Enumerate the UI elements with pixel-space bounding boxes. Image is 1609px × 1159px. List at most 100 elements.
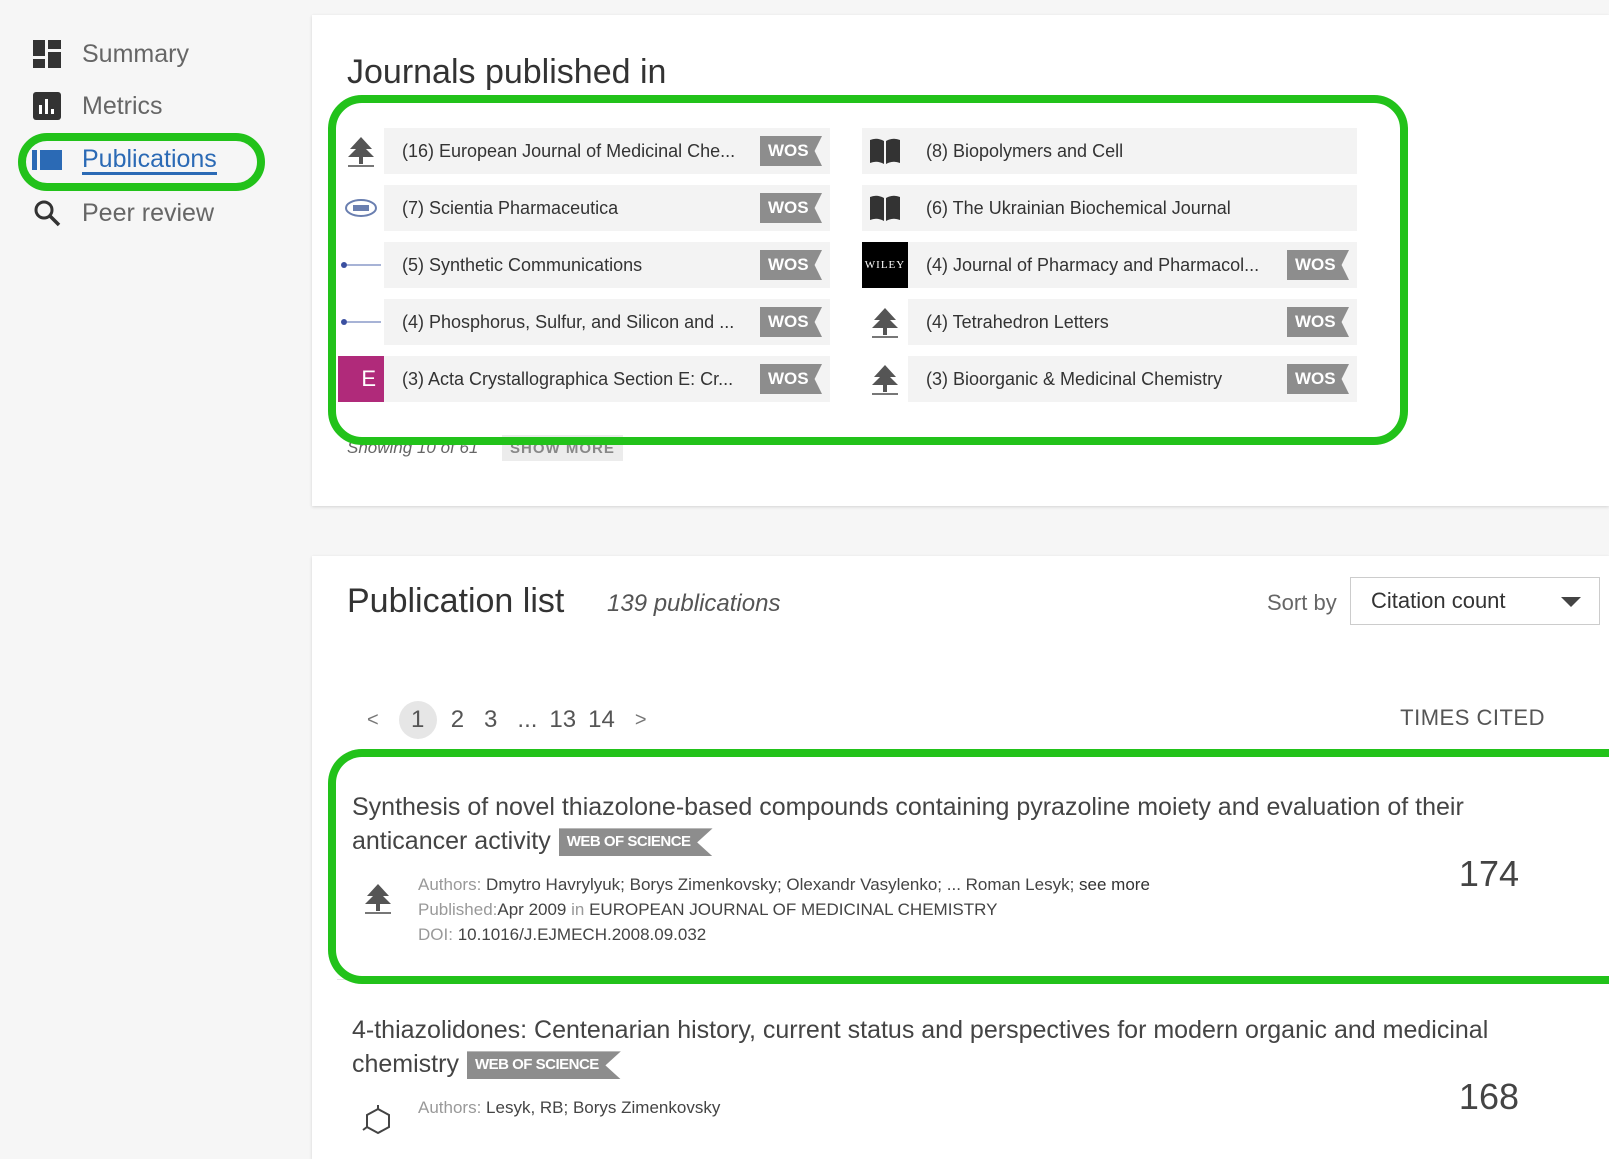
journal-name: (8) Biopolymers and Cell: [926, 140, 1124, 161]
sidebar-item-label: Summary: [82, 39, 189, 68]
publication-item: Synthesis of novel thiazolone-based comp…: [352, 790, 1552, 947]
page-ellipsis: ...: [517, 706, 538, 733]
divider: [337, 979, 1609, 980]
authors-line: Authors: Dmytro Havrylyuk; Borys Zimenko…: [418, 872, 1552, 897]
published-line: Published:Apr 2009 in EUROPEAN JOURNAL O…: [418, 897, 1552, 922]
journal-name: (6) The Ukrainian Biochemical Journal: [926, 197, 1231, 218]
journal-item[interactable]: (4) Tetrahedron Letters WOS: [862, 299, 1357, 345]
publication-count: 139 publications: [607, 590, 781, 617]
page-14-button[interactable]: 14: [588, 706, 615, 734]
journals-title: Journals published in: [347, 53, 667, 91]
library-icon: [32, 145, 62, 175]
page-3-button[interactable]: 3: [484, 706, 497, 734]
prev-page-button[interactable]: <: [367, 709, 379, 732]
sidebar-nav: Summary Metrics Publications Peer review: [0, 0, 300, 1159]
published-label: Published:: [418, 900, 498, 919]
page-1-button[interactable]: 1: [398, 701, 437, 739]
journals-card: Journals published in (16) European Jour…: [312, 15, 1609, 506]
sidebar-item-publications[interactable]: Publications: [32, 140, 217, 180]
journal-item[interactable]: (4) Phosphorus, Sulfur, and Silicon and …: [338, 299, 830, 345]
authors-label: Authors:: [418, 875, 482, 894]
publication-title-row[interactable]: Synthesis of novel thiazolone-based comp…: [352, 790, 1552, 858]
mdpi-logo: [338, 185, 384, 231]
sidebar-item-peer-review[interactable]: Peer review: [32, 193, 214, 233]
wos-badge: WOS: [1287, 307, 1349, 337]
pagination: < 1 2 3 ... 13 14 >: [367, 701, 667, 739]
page-2-button[interactable]: 2: [451, 706, 464, 734]
journal-name: (3) Bioorganic & Medicinal Chemistry: [926, 368, 1223, 389]
elsevier-tree-logo: [356, 876, 400, 920]
wos-badge: WOS: [760, 250, 822, 280]
taylor-francis-logo: [338, 242, 384, 288]
elsevier-tree-logo: [862, 356, 908, 402]
elsevier-tree-logo: [862, 299, 908, 345]
sidebar-item-label: Publications: [82, 144, 217, 175]
journal-item[interactable]: (3) Bioorganic & Medicinal Chemistry WOS: [862, 356, 1357, 402]
next-page-button[interactable]: >: [635, 709, 647, 732]
wos-badge: WOS: [1287, 250, 1349, 280]
open-book-icon: [862, 128, 908, 174]
doi-line: DOI: 10.1016/J.EJMECH.2008.09.032: [418, 922, 1552, 947]
publication-title-row[interactable]: 4-thiazolidones: Centenarian history, cu…: [352, 1013, 1552, 1081]
journal-item[interactable]: (16) European Journal of Medicinal Che..…: [338, 128, 830, 174]
sidebar-item-summary[interactable]: Summary: [32, 34, 189, 74]
publication-item: 4-thiazolidones: Centenarian history, cu…: [352, 1013, 1552, 1135]
wos-badge: WOS: [760, 193, 822, 223]
web-of-science-badge: WEB OF SCIENCE: [558, 828, 713, 857]
see-more-link[interactable]: see more: [1079, 875, 1150, 894]
journal-name: (4) Phosphorus, Sulfur, and Silicon and …: [402, 311, 735, 332]
times-cited-header: TIMES CITED: [1400, 705, 1545, 730]
times-cited-count: 168: [1458, 1076, 1519, 1117]
wos-badge: WOS: [760, 364, 822, 394]
journal-item[interactable]: (7) Scientia Pharmaceutica WOS: [338, 185, 830, 231]
journal-name: (16) European Journal of Medicinal Che..…: [402, 140, 736, 161]
sidebar-item-label: Peer review: [82, 198, 214, 227]
authors: Lesyk, RB; Borys Zimenkovsky: [486, 1098, 721, 1117]
taylor-francis-logo: [338, 299, 384, 345]
journal-item[interactable]: WILEY (4) Journal of Pharmacy and Pharma…: [862, 242, 1357, 288]
wos-badge: WOS: [1287, 364, 1349, 394]
showing-count: Showing 10 of 61: [347, 438, 479, 457]
times-cited-count: 174: [1458, 853, 1519, 894]
elsevier-tree-logo: [338, 128, 384, 174]
page-13-button[interactable]: 13: [549, 706, 576, 734]
molecule-icon: [356, 1099, 400, 1143]
publication-list-card: Publication list 139 publications Sort b…: [312, 556, 1609, 1159]
journal-name: (5) Synthetic Communications: [402, 254, 643, 275]
journal-name: EUROPEAN JOURNAL OF MEDICINAL CHEMISTRY: [589, 900, 998, 919]
doi: 10.1016/J.EJMECH.2008.09.032: [457, 925, 707, 944]
journal-name: (3) Acta Crystallographica Section E: Cr…: [402, 368, 734, 389]
search-icon: [32, 198, 62, 228]
sort-select-value: Citation count: [1371, 588, 1506, 613]
in-label: in: [571, 900, 585, 919]
journal-name: (7) Scientia Pharmaceutica: [402, 197, 619, 218]
bar-chart-icon: [32, 91, 62, 121]
sidebar-item-metrics[interactable]: Metrics: [32, 86, 163, 126]
wiley-logo: WILEY: [862, 242, 908, 288]
authors-line: Authors: Lesyk, RB; Borys Zimenkovsky: [418, 1095, 1552, 1120]
publication-meta: Authors: Lesyk, RB; Borys Zimenkovsky: [352, 1095, 1552, 1135]
dashboard-icon: [32, 39, 62, 69]
publication-title: Synthesis of novel thiazolone-based comp…: [352, 793, 1464, 855]
sort-by-label: Sort by: [1267, 590, 1337, 615]
chevron-down-icon: [1561, 597, 1581, 607]
web-of-science-badge: WEB OF SCIENCE: [466, 1051, 621, 1080]
iucr-e-logo: E: [338, 356, 384, 402]
published-date: Apr 2009: [497, 900, 567, 919]
wos-badge: WOS: [760, 307, 822, 337]
journal-item[interactable]: (8) Biopolymers and Cell: [862, 128, 1357, 174]
authors-label: Authors:: [418, 1098, 482, 1117]
journal-name: (4) Tetrahedron Letters: [926, 311, 1109, 332]
sidebar-item-label: Metrics: [82, 91, 163, 120]
sort-select[interactable]: Citation count: [1350, 577, 1600, 625]
wos-badge: WOS: [760, 136, 822, 166]
show-more-button[interactable]: SHOW MORE: [502, 435, 623, 461]
publication-meta: Authors: Dmytro Havrylyuk; Borys Zimenko…: [352, 872, 1552, 947]
journal-item[interactable]: (5) Synthetic Communications WOS: [338, 242, 830, 288]
authors: Dmytro Havrylyuk; Borys Zimenkovsky; Ole…: [486, 875, 1075, 894]
journal-item[interactable]: (6) The Ukrainian Biochemical Journal: [862, 185, 1357, 231]
publication-list-title: Publication list: [347, 582, 565, 620]
journal-item[interactable]: E (3) Acta Crystallographica Section E: …: [338, 356, 830, 402]
journal-name: (4) Journal of Pharmacy and Pharmacol...: [926, 254, 1260, 275]
doi-label: DOI:: [418, 925, 453, 944]
